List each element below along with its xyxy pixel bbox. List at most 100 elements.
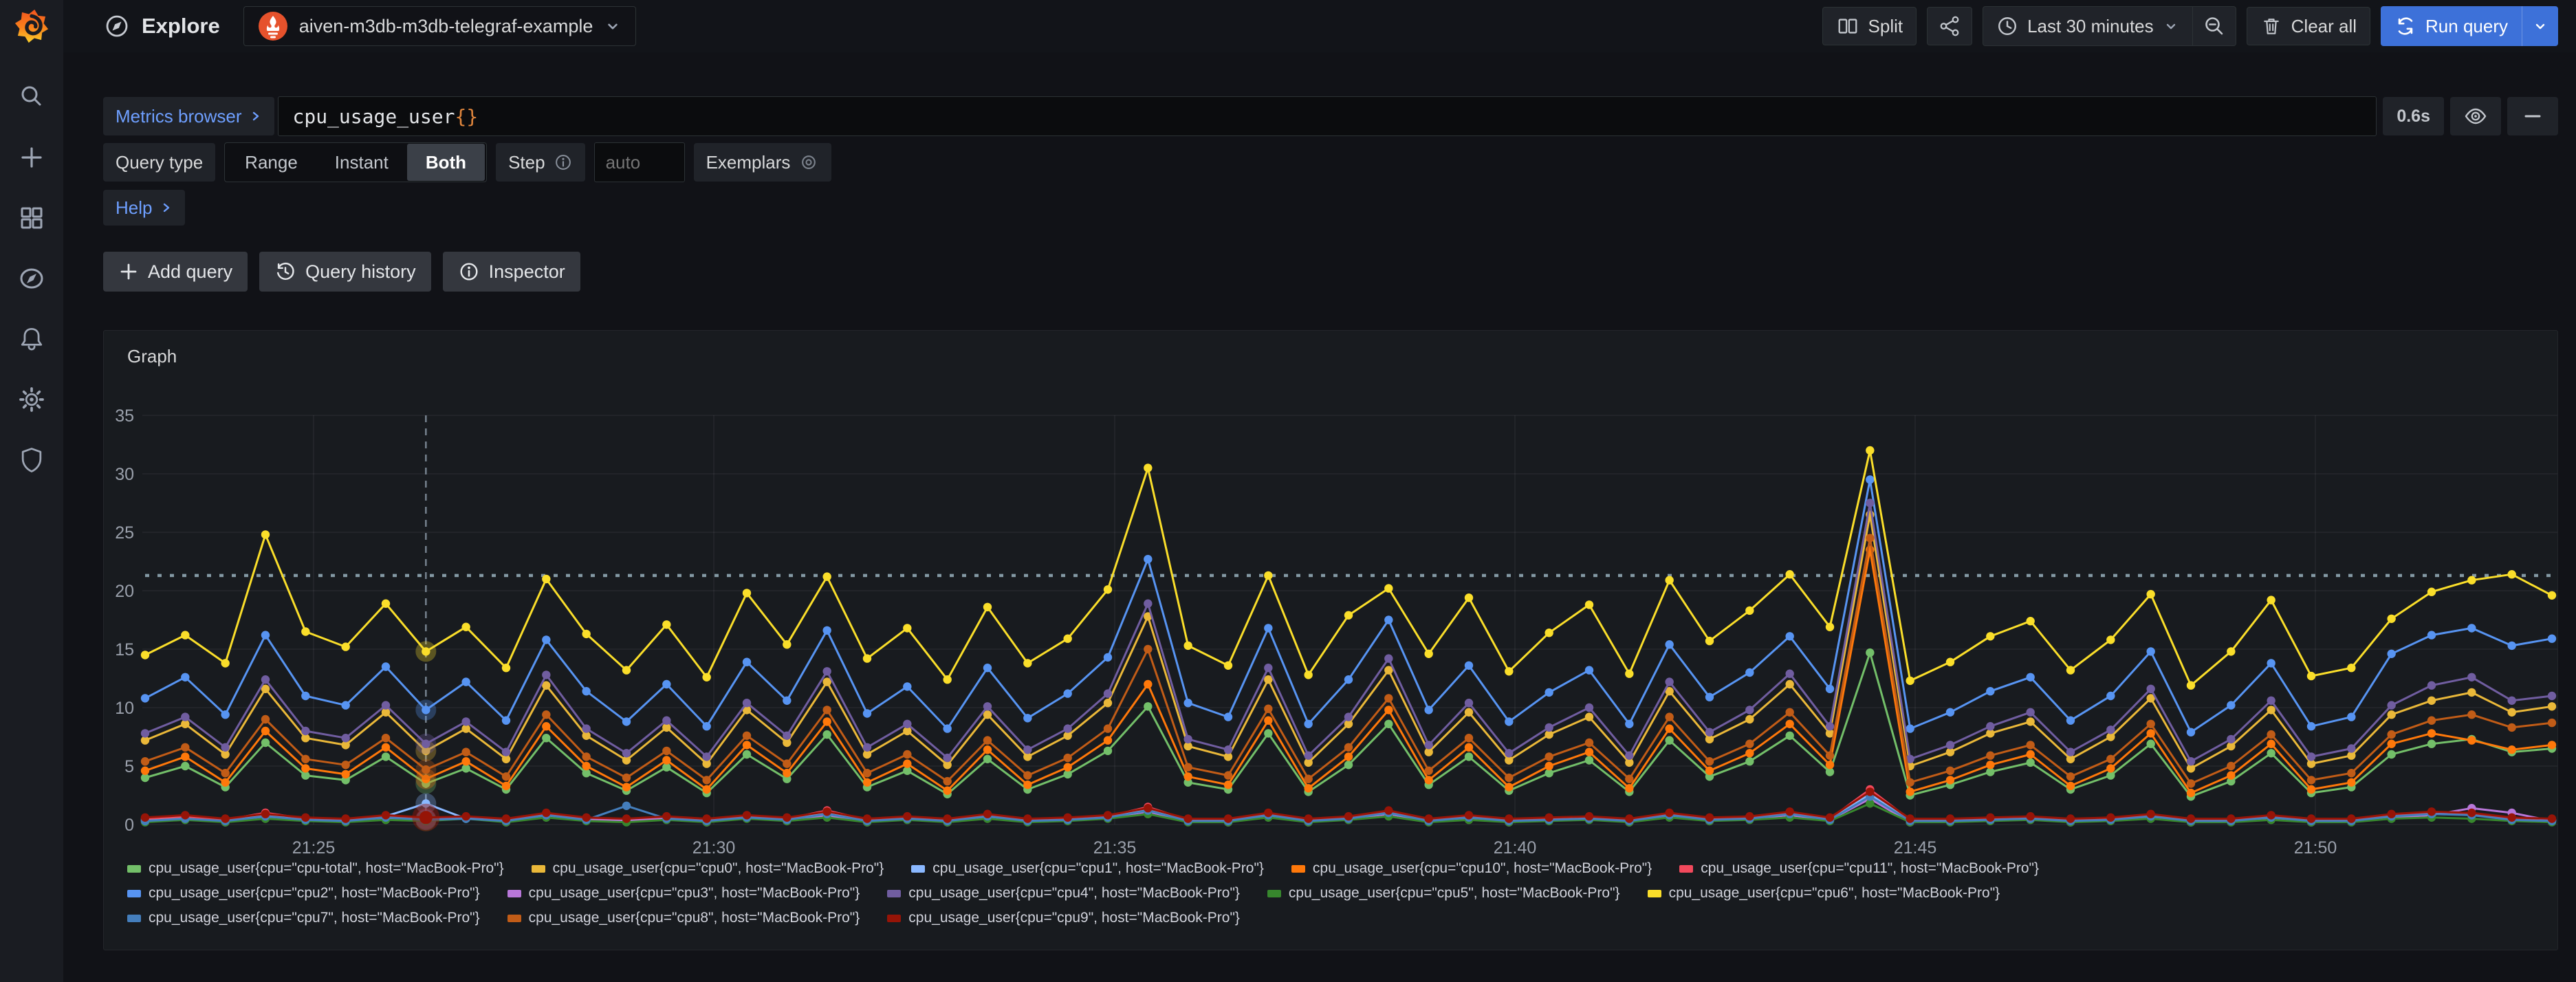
svg-text:30: 30 [115,465,134,484]
legend-item[interactable]: cpu_usage_user{cpu="cpu1", host="MacBook… [911,860,1264,877]
run-query-caret[interactable] [2522,6,2558,46]
legend-swatch [507,915,521,922]
time-range-button[interactable]: Last 30 minutes [1983,7,2192,45]
time-range-label: Last 30 minutes [2027,16,2154,37]
svg-text:21:50: 21:50 [2294,838,2337,858]
exemplars-chip: Exemplars [694,143,832,182]
query-type-instant[interactable]: Instant [316,144,407,181]
svg-text:20: 20 [115,582,134,601]
run-query-label: Run query [2425,16,2508,37]
run-query-main[interactable]: Run query [2381,6,2522,46]
legend-label: cpu_usage_user{cpu="cpu7", host="MacBook… [149,910,480,926]
exemplars-label: Exemplars [706,152,791,173]
admin-shield-icon[interactable] [16,444,47,476]
alerting-bell-icon[interactable] [16,323,47,355]
legend-label: cpu_usage_user{cpu="cpu11", host="MacBoo… [1701,860,2039,877]
info-circle-icon [458,261,480,283]
legend-swatch [1291,865,1305,873]
svg-text:35: 35 [115,406,134,426]
legend-label: cpu_usage_user{cpu="cpu8", host="MacBook… [529,910,860,926]
legend-item[interactable]: cpu_usage_user{cpu="cpu3", host="MacBook… [507,885,860,902]
add-query-button[interactable]: Add query [103,252,248,292]
search-icon[interactable] [16,81,47,113]
legend-item[interactable]: cpu_usage_user{cpu="cpu11", host="MacBoo… [1679,860,2039,877]
svg-text:21:40: 21:40 [1494,838,1537,858]
split-button[interactable]: Split [1822,7,1917,45]
query-expression: cpu_usage_user [292,105,455,128]
share-button[interactable] [1927,7,1972,45]
graph-canvas[interactable]: 0510152025303521:2521:3021:3521:4021:452… [104,331,2557,950]
legend-label: cpu_usage_user{cpu="cpu4", host="MacBook… [908,885,1240,902]
legend-item[interactable]: cpu_usage_user{cpu="cpu-total", host="Ma… [127,860,504,877]
query-type-range[interactable]: Range [226,144,316,181]
graph-legend: cpu_usage_user{cpu="cpu-total", host="Ma… [127,860,2066,926]
add-query-label: Add query [148,261,232,283]
legend-item[interactable]: cpu_usage_user{cpu="cpu8", host="MacBook… [507,910,860,926]
top-nav: Explore aiven-m3db-m3db-telegraf-example… [0,0,2576,52]
prometheus-icon [258,11,288,41]
grafana-logo[interactable] [0,0,63,52]
query-exec-time: 0.6s [2383,97,2444,135]
inspector-button[interactable]: Inspector [443,252,580,292]
legend-row: cpu_usage_user{cpu="cpu7", host="MacBook… [127,910,2066,926]
zoom-out-button[interactable] [2192,7,2236,45]
help-label: Help [116,197,152,219]
query-history-button[interactable]: Query history [259,252,431,292]
info-icon [554,153,573,172]
toolbar-row: Add query Query history Inspector [103,252,2558,292]
legend-item[interactable]: cpu_usage_user{cpu="cpu9", host="MacBook… [887,910,1240,926]
legend-label: cpu_usage_user{cpu="cpu0", host="MacBook… [553,860,884,877]
eye-icon [2463,104,2488,129]
explore-header: Explore [103,12,220,40]
zoom-out-icon [2203,14,2226,38]
exemplars-toggle-icon[interactable] [798,152,819,173]
svg-text:21:30: 21:30 [692,838,736,858]
legend-item[interactable]: cpu_usage_user{cpu="cpu10", host="MacBoo… [1291,860,1652,877]
svg-text:10: 10 [115,699,134,718]
datasource-picker[interactable]: aiven-m3db-m3db-telegraf-example [243,6,637,46]
toggle-visibility-button[interactable] [2450,97,2501,135]
dashboards-icon[interactable] [16,202,47,234]
legend-item[interactable]: cpu_usage_user{cpu="cpu4", host="MacBook… [887,885,1240,902]
svg-text:21:45: 21:45 [1894,838,1937,858]
nav-actions: Split Last 30 minutes [1822,6,2558,46]
remove-query-button[interactable] [2507,97,2558,135]
svg-text:15: 15 [115,640,134,659]
sync-icon [2394,15,2416,37]
promql-query-input[interactable]: cpu_usage_user{} [278,96,2377,136]
legend-item[interactable]: cpu_usage_user{cpu="cpu6", host="MacBook… [1648,885,2000,902]
create-plus-icon[interactable] [16,142,47,173]
legend-label: cpu_usage_user{cpu="cpu1", host="MacBook… [932,860,1264,877]
legend-item[interactable]: cpu_usage_user{cpu="cpu0", host="MacBook… [532,860,884,877]
legend-item[interactable]: cpu_usage_user{cpu="cpu2", host="MacBook… [127,885,480,902]
clear-all-button[interactable]: Clear all [2247,7,2370,45]
svg-text:0: 0 [124,816,134,835]
metrics-browser-button[interactable]: Metrics browser [103,97,274,135]
clear-all-label: Clear all [2291,16,2357,37]
explore-compass-icon[interactable] [16,263,47,294]
chevron-down-icon [604,17,622,35]
svg-text:21:25: 21:25 [292,838,336,858]
svg-text:5: 5 [124,757,134,776]
panel-title[interactable]: Graph [127,346,177,367]
legend-item[interactable]: cpu_usage_user{cpu="cpu5", host="MacBook… [1267,885,1620,902]
svg-text:21:35: 21:35 [1093,838,1137,858]
page-title: Explore [142,14,220,39]
legend-item[interactable]: cpu_usage_user{cpu="cpu7", host="MacBook… [127,910,480,926]
legend-swatch [887,890,901,897]
chevron-down-icon [2532,18,2548,34]
step-input[interactable] [594,142,685,182]
legend-swatch [1267,890,1281,897]
help-row: Help [103,190,2558,226]
legend-row: cpu_usage_user{cpu="cpu-total", host="Ma… [127,860,2066,877]
query-type-both[interactable]: Both [407,144,485,181]
legend-label: cpu_usage_user{cpu="cpu3", host="MacBook… [529,885,860,902]
legend-swatch [127,865,141,873]
run-query-button: Run query [2381,6,2558,46]
legend-label: cpu_usage_user{cpu="cpu9", host="MacBook… [908,910,1240,926]
legend-label: cpu_usage_user{cpu="cpu6", host="MacBook… [1669,885,2000,902]
legend-label: cpu_usage_user{cpu="cpu5", host="MacBook… [1289,885,1620,902]
help-button[interactable]: Help [103,190,185,226]
query-history-label: Query history [305,261,416,283]
settings-gear-icon[interactable] [16,384,47,415]
